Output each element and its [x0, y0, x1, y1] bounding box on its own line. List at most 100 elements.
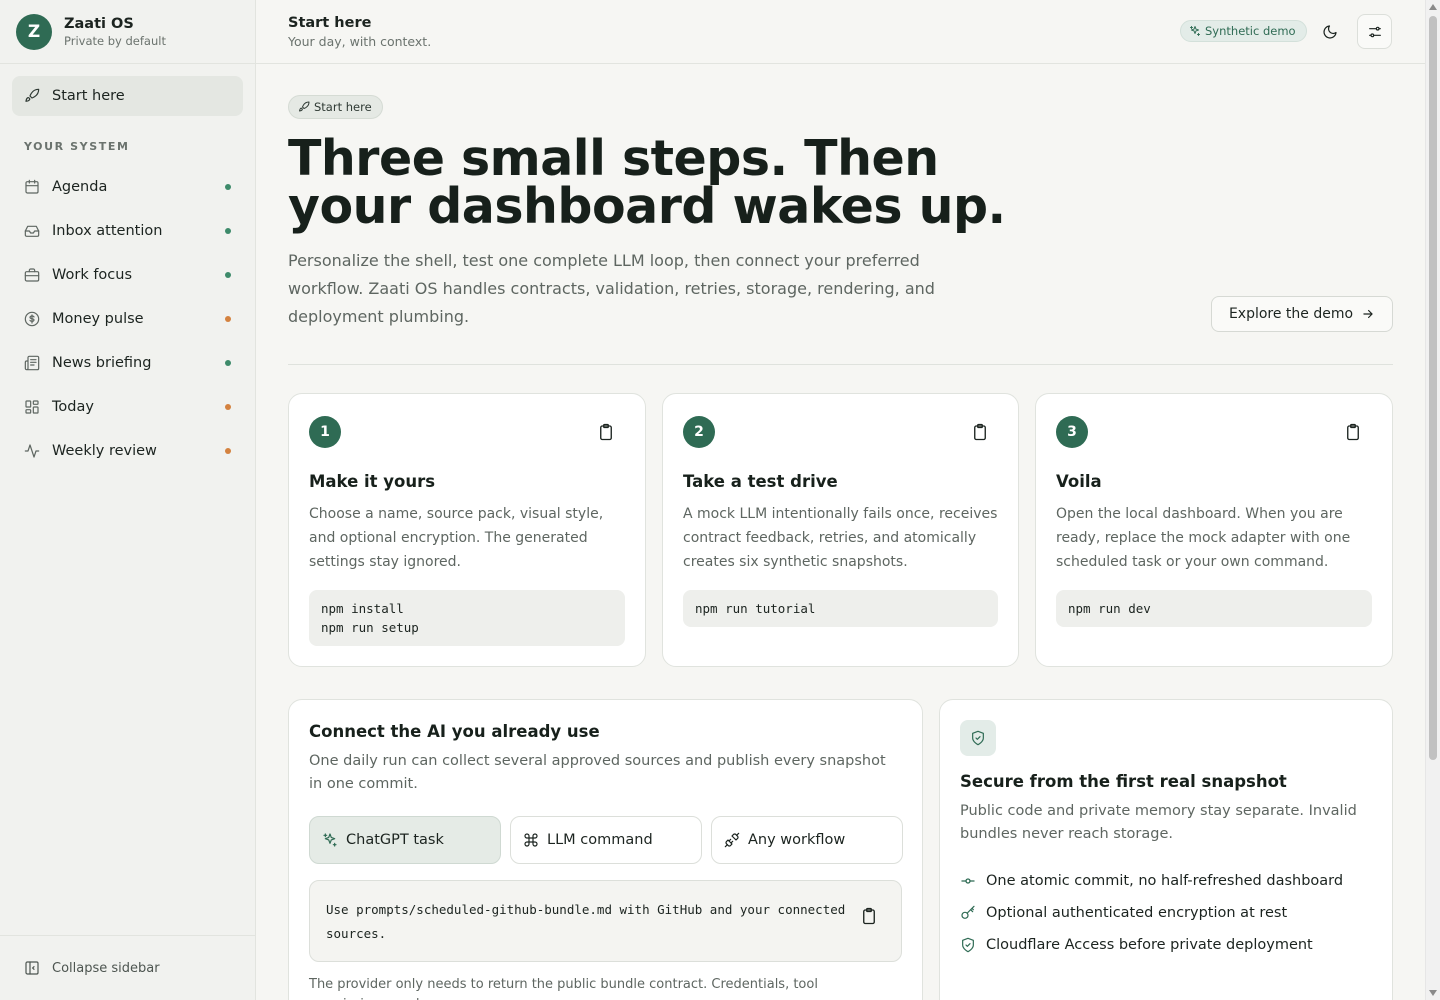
- nav-section-label: YOUR SYSTEM: [24, 140, 130, 153]
- step-description: Open the local dashboard. When you are r…: [1056, 506, 1351, 570]
- hero-badge: Start here: [288, 95, 383, 119]
- topbar: Start here Your day, with context. Synth…: [256, 0, 1425, 64]
- shield-check-icon: [972, 730, 984, 746]
- inbox-icon: [24, 225, 40, 237]
- step-card: 2 Take a test drive A mock LLM intention…: [662, 393, 1019, 667]
- explore-label: Explore the demo: [1228, 306, 1354, 322]
- card-description: Public code and private memory stay sepa…: [960, 803, 1357, 842]
- card-footnote: The provider only needs to return the pu…: [309, 977, 818, 1000]
- settings-button[interactable]: [1357, 14, 1392, 49]
- theme-toggle-button[interactable]: [1314, 16, 1346, 48]
- connect-ai-card: Connect the AI you already use One daily…: [288, 699, 923, 1000]
- code-block: npm run tutorial: [683, 590, 998, 627]
- brand-name: Zaati OS: [64, 15, 134, 32]
- sliders-icon: [1368, 26, 1381, 37]
- step-title: Voila: [1056, 472, 1102, 491]
- sidebar-item-today[interactable]: Today: [12, 385, 243, 429]
- command-icon: [524, 833, 538, 847]
- secure-card: Secure from the first real snapshot Publ…: [939, 699, 1393, 1000]
- brand-subtitle: Private by default: [64, 33, 166, 48]
- scroll-up-arrow[interactable]: [1429, 4, 1437, 10]
- tab-llm-command[interactable]: LLM command: [510, 816, 702, 864]
- sidebar-item-news-briefing[interactable]: News briefing: [12, 341, 243, 385]
- sidebar-item-label: Agenda: [52, 179, 108, 195]
- tab-any-workflow[interactable]: Any workflow: [711, 816, 903, 864]
- tab-chatgpt-task[interactable]: ChatGPT task: [309, 816, 501, 864]
- list-item-label: Cloudflare Access before private deploym…: [986, 937, 1313, 953]
- code-line: npm run tutorial: [695, 601, 816, 616]
- list-item-label: Optional authenticated encryption at res…: [986, 905, 1288, 921]
- sidebar: Z Zaati OS Private by default Start here…: [0, 0, 256, 1000]
- avatar: Z: [16, 13, 52, 50]
- main-content: Start here Three small steps. Then your …: [256, 65, 1425, 1000]
- grid-icon: [25, 400, 39, 414]
- moon-icon: [1323, 25, 1337, 39]
- card-title: Secure from the first real snapshot: [960, 772, 1287, 791]
- plug-icon: [724, 832, 740, 848]
- dollar-circle-icon: [24, 311, 40, 327]
- key-icon: [961, 905, 975, 919]
- list-item-label: One atomic commit, no half-refreshed das…: [986, 873, 1344, 889]
- step-description: A mock LLM intentionally fails once, rec…: [683, 506, 998, 570]
- step-title: Make it yours: [309, 472, 436, 491]
- status-dot: [225, 448, 231, 454]
- sidebar-item-weekly-review[interactable]: Weekly review: [12, 429, 243, 473]
- rocket-icon: [299, 101, 310, 112]
- hero-title: Three small steps. Then your dashboard w…: [288, 130, 1006, 235]
- calendar-icon: [25, 179, 39, 194]
- shield-check-icon: [962, 937, 974, 953]
- arrow-right-icon: [1363, 309, 1373, 319]
- sidebar-item-work-focus[interactable]: Work focus: [12, 253, 243, 297]
- clipboard-icon[interactable]: [1344, 423, 1362, 441]
- sidebar-item-start-here[interactable]: Start here: [12, 76, 243, 116]
- code-line: npm run dev: [1068, 601, 1151, 616]
- card-title: Connect the AI you already use: [309, 722, 600, 741]
- status-dot: [225, 272, 231, 278]
- step-title: Take a test drive: [683, 472, 838, 491]
- clipboard-icon[interactable]: [971, 423, 989, 441]
- step-number: 2: [683, 416, 715, 448]
- list-item: Optional authenticated encryption at res…: [960, 897, 1380, 929]
- prompt-text: Use prompts/scheduled-github-bundle.md w…: [326, 902, 846, 941]
- hero-description: Personalize the shell, test one complete…: [288, 251, 935, 326]
- sidebar-item-label: Inbox attention: [52, 223, 163, 239]
- step-description: Choose a name, source pack, visual style…: [309, 506, 604, 570]
- sparkles-icon: [323, 833, 337, 847]
- clipboard-icon[interactable]: [597, 423, 615, 441]
- scroll-down-arrow[interactable]: [1429, 990, 1437, 996]
- code-line: npm run setup: [321, 620, 419, 635]
- status-dot: [225, 316, 231, 322]
- collapse-sidebar-button[interactable]: Collapse sidebar: [0, 935, 255, 1000]
- status-dot: [225, 404, 231, 410]
- briefcase-icon: [24, 268, 40, 282]
- sidebar-item-label: News briefing: [52, 355, 152, 371]
- sidebar-item-money-pulse[interactable]: Money pulse: [12, 297, 243, 341]
- divider: [288, 364, 1393, 365]
- status-dot: [225, 184, 231, 190]
- clipboard-icon[interactable]: [860, 907, 878, 925]
- list-item: Cloudflare Access before private deploym…: [960, 929, 1380, 961]
- commit-icon: [961, 878, 975, 884]
- sidebar-item-inbox[interactable]: Inbox attention: [12, 209, 243, 253]
- security-list: One atomic commit, no half-refreshed das…: [960, 865, 1380, 961]
- explore-demo-button[interactable]: Explore the demo: [1211, 296, 1393, 332]
- sparkles-icon: [1190, 26, 1200, 36]
- page-subtitle: Your day, with context.: [288, 34, 432, 49]
- sidebar-item-label: Work focus: [52, 267, 133, 283]
- prompt-box: Use prompts/scheduled-github-bundle.md w…: [309, 880, 902, 962]
- badge-label: Synthetic demo: [1205, 24, 1296, 38]
- scroll-thumb[interactable]: [1429, 16, 1437, 760]
- code-block: npm run dev: [1056, 590, 1372, 627]
- tab-label: LLM command: [547, 832, 653, 848]
- code-block: npm install npm run setup: [309, 590, 625, 646]
- badge-label: Start here: [314, 100, 372, 114]
- page-scrollbar[interactable]: [1425, 0, 1440, 1000]
- collapse-label: Collapse sidebar: [52, 960, 160, 976]
- sidebar-item-agenda[interactable]: Agenda: [12, 165, 243, 209]
- status-dot: [225, 360, 231, 366]
- rocket-icon: [25, 88, 40, 102]
- nav-list: Agenda Inbox attention Work focus Money …: [12, 165, 243, 473]
- provider-tabs: ChatGPT task LLM command Any workflow: [309, 816, 903, 864]
- sidebar-item-label: Today: [52, 399, 94, 415]
- sidebar-item-label: Weekly review: [52, 443, 157, 459]
